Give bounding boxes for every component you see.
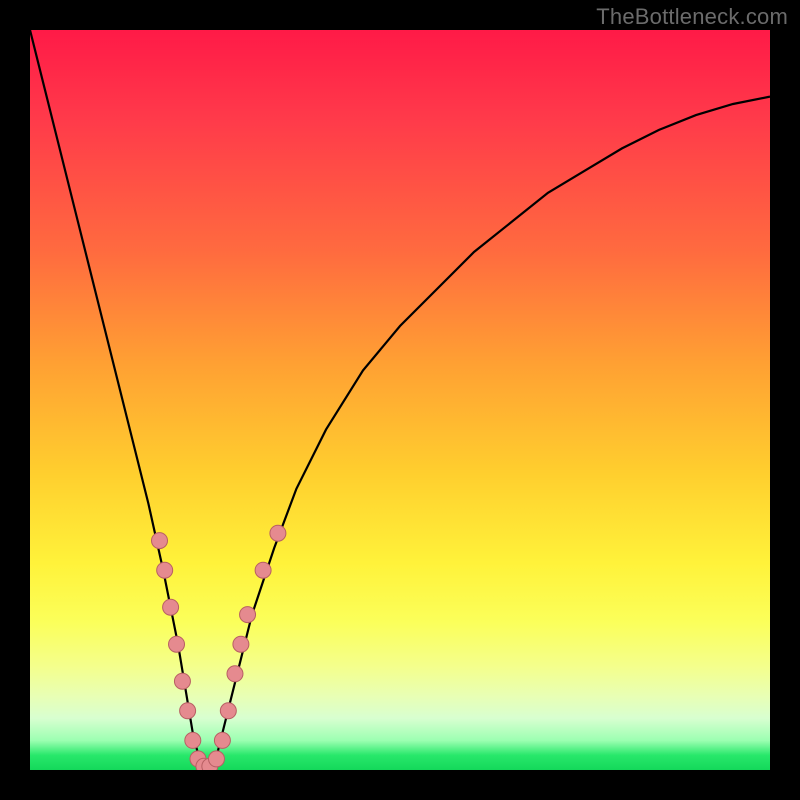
watermark-text: TheBottleneck.com xyxy=(596,4,788,30)
plot-area xyxy=(30,30,770,770)
sample-marker xyxy=(157,562,173,578)
sample-marker xyxy=(163,599,179,615)
chart-stage: TheBottleneck.com xyxy=(0,0,800,800)
sample-marker xyxy=(180,703,196,719)
sample-marker xyxy=(214,732,230,748)
sample-marker xyxy=(152,533,168,549)
sample-markers xyxy=(152,525,286,770)
sample-marker xyxy=(174,673,190,689)
sample-marker xyxy=(227,666,243,682)
sample-marker xyxy=(233,636,249,652)
bottleneck-curve xyxy=(30,30,770,770)
sample-marker xyxy=(255,562,271,578)
sample-marker xyxy=(208,751,224,767)
sample-marker xyxy=(169,636,185,652)
sample-marker xyxy=(270,525,286,541)
sample-marker xyxy=(240,607,256,623)
sample-marker xyxy=(185,732,201,748)
sample-marker xyxy=(220,703,236,719)
chart-overlay xyxy=(30,30,770,770)
